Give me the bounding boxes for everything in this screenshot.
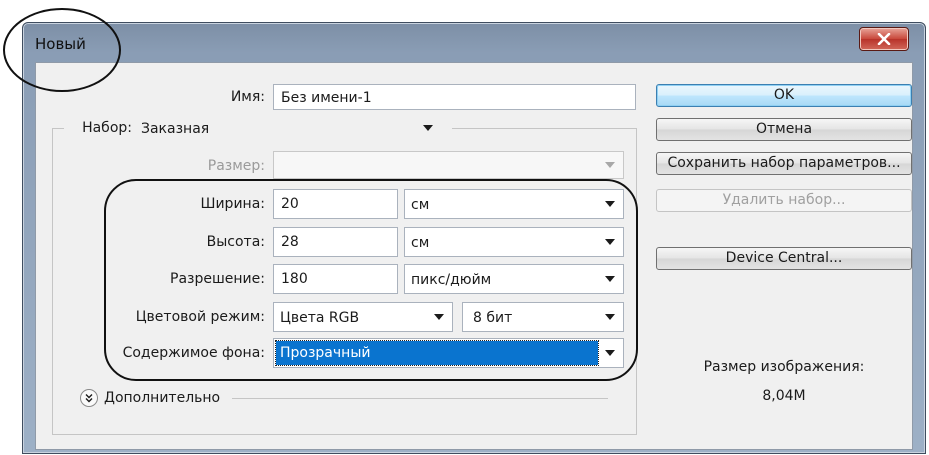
preset-value: Заказная [141,121,210,137]
chevron-down-icon [605,162,615,168]
group-frame-left [52,128,53,434]
size-label: Размер: [207,158,265,174]
name-input[interactable]: Без имени-1 [273,84,636,110]
close-icon [877,33,891,45]
close-button[interactable] [859,27,909,51]
annotation-ellipse-title [3,8,121,92]
annotation-rounded-rect-settings [104,179,638,381]
expand-advanced-button[interactable] [80,389,98,407]
advanced-separator [232,398,608,399]
group-frame-bottom [52,434,637,435]
device-central-button[interactable]: Device Central... [656,247,912,270]
ok-button[interactable]: OK [656,84,912,107]
group-frame-top-left [52,128,64,129]
advanced-label: Дополнительно [104,390,221,406]
double-chevron-down-icon [85,394,93,403]
cancel-button[interactable]: Отмена [656,118,912,141]
delete-preset-button[interactable]: Удалить набор... [656,189,912,212]
image-size-value: 8,04M [762,388,806,404]
image-size-label: Размер изображения: [703,359,865,375]
chevron-down-icon [423,125,433,131]
group-frame-top-right [452,128,636,129]
save-preset-button[interactable]: Сохранить набор параметров... [656,152,912,175]
size-select[interactable] [273,151,624,179]
preset-label: Набор: [82,120,132,136]
preset-select[interactable]: Заказная [134,114,442,142]
name-label: Имя: [230,89,265,105]
